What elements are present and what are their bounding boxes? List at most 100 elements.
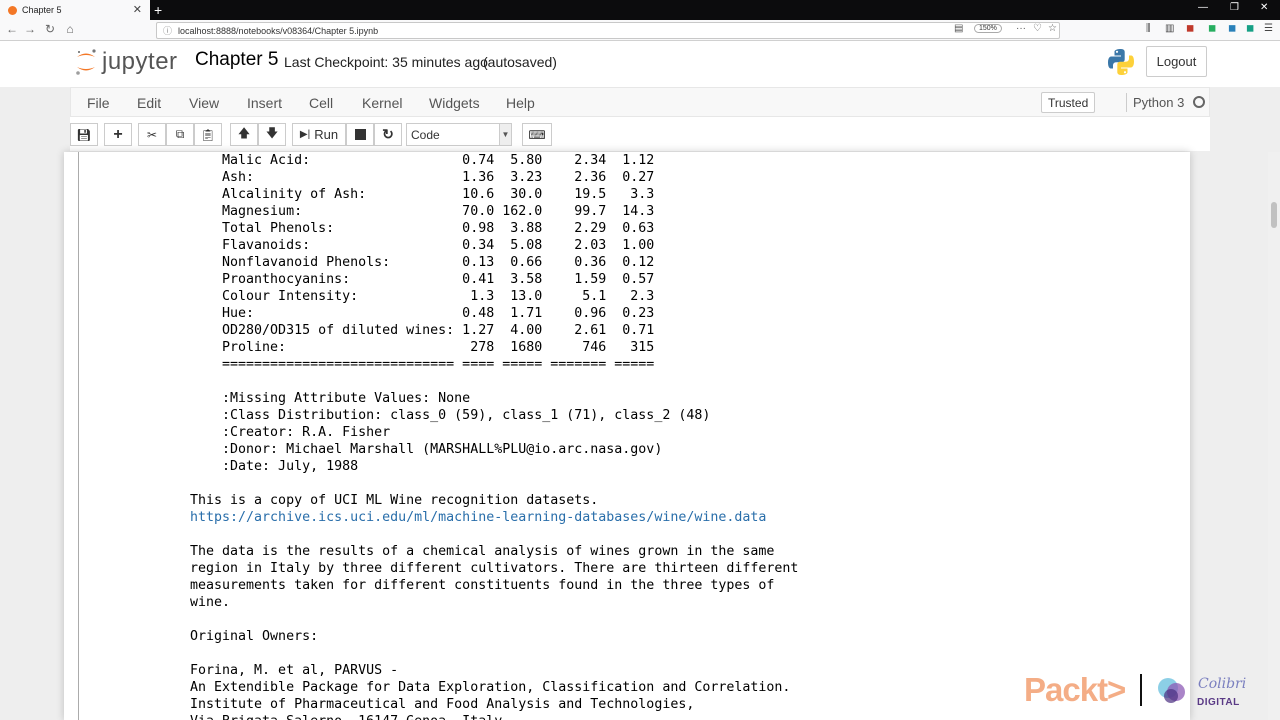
browser-tab-bar: Chapter 5 ✕ + — ❐ ✕ xyxy=(0,0,1280,20)
scrollbar-thumb[interactable] xyxy=(1271,202,1277,228)
extension-icon[interactable]: ◼ xyxy=(1186,23,1194,34)
colibri-logo-subtext: DIGITAL xyxy=(1197,697,1240,708)
restart-button[interactable]: ↻ xyxy=(374,123,402,146)
notebook-title[interactable]: Chapter 5 xyxy=(195,49,278,71)
output-line: This is a copy of UCI ML Wine recognitio… xyxy=(190,493,599,508)
url-text: localhost:8888/notebooks/v08364/Chapter … xyxy=(178,25,379,36)
output-line: Via Brigata Salerno, 16147 Genoa, Italy. xyxy=(190,713,798,720)
menu-insert[interactable]: Insert xyxy=(247,95,282,111)
zoom-level[interactable]: 150% xyxy=(974,24,1002,33)
back-icon[interactable]: ← xyxy=(4,22,20,36)
output-line: :Creator: R.A. Fisher xyxy=(190,425,391,440)
output-line: Institute of Pharmaceutical and Food Ana… xyxy=(190,697,695,712)
autosave-status: (autosaved) xyxy=(483,54,557,70)
menu-widgets[interactable]: Widgets xyxy=(429,95,480,111)
step-forward-icon: ▶| xyxy=(299,129,311,140)
command-palette-button[interactable]: ⌨ xyxy=(522,123,552,146)
cell-output: Malic Acid: 0.74 5.80 2.34 1.12 Ash: 1.3… xyxy=(190,152,798,720)
output-line: measurements taken for different constit… xyxy=(190,578,775,593)
output-line: Ash: 1.36 3.23 2.36 0.27 xyxy=(190,170,655,185)
chevron-down-icon: ▼ xyxy=(499,124,511,145)
output-line: :Missing Attribute Values: None xyxy=(190,391,471,406)
kernel-name[interactable]: Python 3 xyxy=(1133,95,1184,110)
window-close-icon[interactable]: ✕ xyxy=(1260,2,1268,13)
scissors-icon: ✂ xyxy=(146,127,158,142)
minimize-icon[interactable]: — xyxy=(1198,2,1208,13)
new-tab-icon[interactable]: + xyxy=(154,1,162,19)
dataset-link[interactable]: https://archive.ics.uci.edu/ml/machine-l… xyxy=(190,509,798,526)
output-line: Colour Intensity: 1.3 13.0 5.1 2.3 xyxy=(190,289,655,304)
notebook-container: Malic Acid: 0.74 5.80 2.34 1.12 Ash: 1.3… xyxy=(64,152,1190,720)
menu-kernel[interactable]: Kernel xyxy=(362,95,402,111)
extension-icon[interactable]: ◼ xyxy=(1228,23,1236,34)
menu-cell[interactable]: Cell xyxy=(309,95,333,111)
keyboard-icon: ⌨ xyxy=(528,127,546,142)
cell-type-select[interactable]: Code ▼ xyxy=(406,123,512,146)
reload-icon[interactable]: ↻ xyxy=(42,22,58,36)
reader-view-icon[interactable]: ▤ xyxy=(954,23,963,34)
copy-button[interactable]: ⧉ xyxy=(166,123,194,146)
browser-nav-bar: ← → ↻ ⌂ ⓘ localhost:8888/notebooks/v0836… xyxy=(0,20,1280,41)
kernel-idle-icon xyxy=(1193,96,1205,108)
restore-icon[interactable]: ❐ xyxy=(1230,2,1239,13)
run-button[interactable]: ▶| Run xyxy=(292,123,346,146)
plus-icon: + xyxy=(113,125,123,143)
output-line: Alcalinity of Ash: 10.6 30.0 19.5 3.3 xyxy=(190,187,655,202)
cell-border xyxy=(78,152,79,720)
move-down-button[interactable]: 🡇 xyxy=(258,123,286,146)
jupyter-favicon-icon xyxy=(8,5,17,15)
output-line: OD280/OD315 of diluted wines: 1.27 4.00 … xyxy=(190,323,655,338)
bookmark-star-icon[interactable]: ☆ xyxy=(1048,23,1057,34)
save-button[interactable]: 💾︎ xyxy=(70,123,98,146)
cell-type-value: Code xyxy=(411,127,440,142)
home-icon[interactable]: ⌂ xyxy=(62,22,78,36)
output-line: Malic Acid: 0.74 5.80 2.34 1.12 xyxy=(190,153,655,168)
jupyter-logo[interactable]: jupyter xyxy=(74,47,178,77)
page-scrollbar[interactable] xyxy=(1268,152,1280,720)
output-line: Total Phenols: 0.98 3.88 2.29 0.63 xyxy=(190,221,655,236)
jupyter-logo-text: jupyter xyxy=(102,48,178,75)
move-up-button[interactable]: 🡅 xyxy=(230,123,258,146)
colibri-logo-text: Colibri xyxy=(1198,676,1247,692)
output-line: Original Owners: xyxy=(190,629,319,644)
tab-close-icon[interactable]: ✕ xyxy=(133,3,142,16)
menu-icon[interactable]: ☰ xyxy=(1264,23,1273,34)
output-line: ============================= ==== =====… xyxy=(190,357,655,372)
page-actions-icon[interactable]: ··· xyxy=(1016,23,1026,34)
stop-icon xyxy=(354,129,366,140)
menu-edit[interactable]: Edit xyxy=(137,95,161,111)
output-line: Nonflavanoid Phenols: 0.13 0.66 0.36 0.1… xyxy=(190,255,655,270)
paste-button[interactable]: 📋︎ xyxy=(194,123,222,146)
checkpoint-status: Last Checkpoint: 35 minutes ago xyxy=(284,54,488,70)
output-line: region in Italy by three different culti… xyxy=(190,561,799,576)
sidebar-icon[interactable]: ▥ xyxy=(1165,23,1174,34)
insert-cell-button[interactable]: + xyxy=(104,123,132,146)
jupyter-logo-icon xyxy=(76,49,96,75)
output-line: Proanthocyanins: 0.41 3.58 1.59 0.57 xyxy=(190,272,655,287)
menu-bar: File Edit View Insert Cell Kernel Widget… xyxy=(70,87,1210,117)
menu-file[interactable]: File xyxy=(87,95,110,111)
trusted-indicator[interactable]: Trusted xyxy=(1041,92,1096,113)
logout-button[interactable]: Logout xyxy=(1146,46,1207,77)
cut-button[interactable]: ✂ xyxy=(138,123,166,146)
library-icon[interactable]: ⫼ xyxy=(1146,23,1151,34)
output-line: Flavanoids: 0.34 5.08 2.03 1.00 xyxy=(190,238,655,253)
interrupt-button[interactable] xyxy=(346,123,374,146)
notebook-toolbar: 💾︎ + ✂ ⧉ 📋︎ 🡅 🡇 ▶| Run ↻ Code ▼ ⌨ xyxy=(70,117,1210,151)
info-icon[interactable]: ⓘ xyxy=(163,24,172,37)
arrow-up-icon: 🡅 xyxy=(237,126,251,140)
pocket-icon[interactable]: ♡ xyxy=(1033,23,1042,34)
save-icon: 💾︎ xyxy=(76,127,92,142)
menu-view[interactable]: View xyxy=(189,95,219,111)
packt-logo: Packt> xyxy=(1024,671,1126,708)
forward-icon[interactable]: → xyxy=(22,22,38,36)
extension-icon[interactable]: ◼ xyxy=(1246,23,1254,34)
output-line: An Extendible Package for Data Explorati… xyxy=(190,680,791,695)
menu-help[interactable]: Help xyxy=(506,95,535,111)
extension-icon[interactable]: ◼ xyxy=(1208,23,1216,34)
browser-tab[interactable]: Chapter 5 ✕ xyxy=(0,0,150,20)
url-bar[interactable]: ⓘ localhost:8888/notebooks/v08364/Chapte… xyxy=(156,22,1060,39)
